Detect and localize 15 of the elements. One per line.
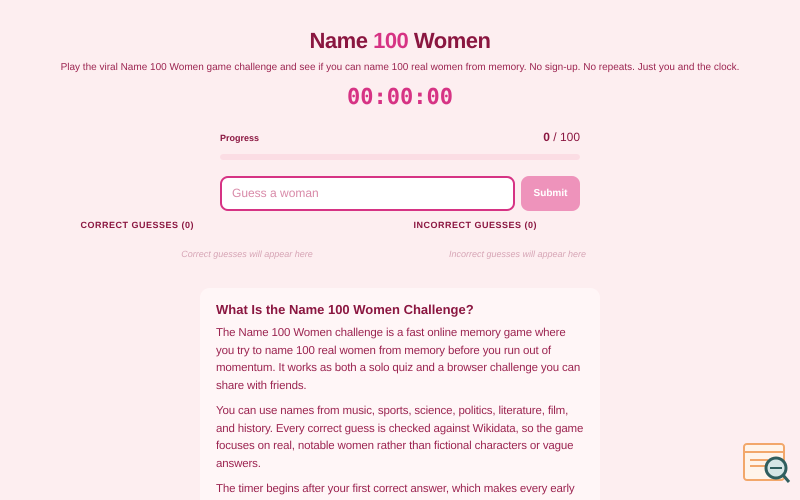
progress-label: Progress <box>220 132 260 146</box>
progress-count: 0 / 100 <box>543 128 580 146</box>
page-title: Name 100 Women <box>310 28 490 54</box>
empty-message: Correct guesses will appear here <box>180 248 314 262</box>
info-heading: What Is the Name 100 Women Challenge? <box>216 302 475 318</box>
info-paragraph: The timer begins after your first correct answer, which makes every early <box>216 482 576 498</box>
list-heading: INCORRECT GUESSES (0) <box>414 218 538 232</box>
timer: 00:00:00 <box>347 85 453 112</box>
search-window-icon[interactable] <box>742 442 792 486</box>
empty-message: Incorrect guesses will appear here <box>448 248 588 262</box>
list-heading: CORRECT GUESSES (0) <box>80 218 196 232</box>
info-paragraph: You can use names from music, sports, science, politics, literature, film, and history. Every correct guess is checked against Wikidata, so the game focuses on real, notable women rather than fictional characters or vague answers. <box>216 404 584 472</box>
subtitle: Play the viral Name 100 Women game challenge and see if you can name 100 real women from memory. No sign-up. No repeats. Just you and the clock. <box>60 61 740 76</box>
info-paragraph: The Name 100 Women challenge is a fast online memory game where you try to name 100 real women from memory before you run out of momentum. It works as both a solo quiz and a browser challenge you can share with friends. <box>216 326 582 394</box>
guess-field[interactable]: Guess a woman <box>220 176 515 211</box>
